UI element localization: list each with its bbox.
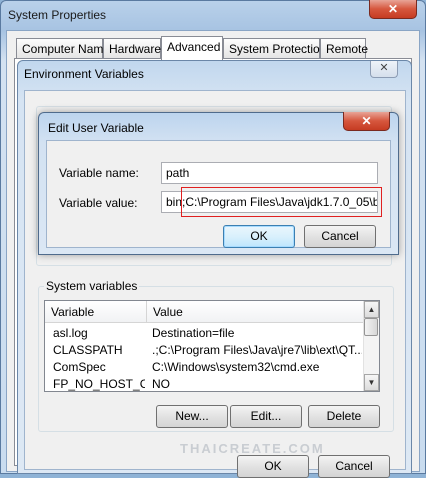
variable-cell: CLASSPATH [53,343,123,357]
edit-cancel-button[interactable]: Cancel [304,225,376,248]
tab-hardware[interactable]: Hardware [103,38,161,59]
highlight-annotation-box [181,187,382,217]
environment-variables-title: Environment Variables [24,67,144,81]
edit-ok-button[interactable]: OK [223,225,295,248]
table-row[interactable]: ComSpec C:\Windows\system32\cmd.exe [45,360,365,376]
system-variables-label: System variables [44,279,140,293]
system-variables-scrollbar[interactable]: ▲ ▼ [363,301,379,391]
delete-button[interactable]: Delete [308,405,380,428]
tab-computer-name[interactable]: Computer Name [16,38,110,59]
watermark-text: THAICREATE.COM [180,441,325,456]
variable-cell: ComSpec [53,360,106,374]
edit-user-variable-close-button[interactable]: ✕ [343,112,390,131]
variable-name-field[interactable]: path [161,162,378,184]
table-row[interactable]: CLASSPATH .;C:\Program Files\Java\jre7\l… [45,343,365,359]
tab-system-protection[interactable]: System Protection [223,38,326,59]
value-cell: Destination=file [152,326,235,340]
column-header-variable[interactable]: Variable [45,301,147,323]
value-cell: C:\Windows\system32\cmd.exe [152,360,320,374]
edit-button[interactable]: Edit... [230,405,302,428]
variable-value-label: Variable value: [59,196,138,210]
variable-name-label: Variable name: [59,166,139,180]
environment-variables-close-button[interactable]: ✕ [370,61,398,78]
column-header-value[interactable]: Value [147,301,365,323]
tab-advanced[interactable]: Advanced [161,36,223,60]
table-row[interactable]: FP_NO_HOST_C... NO [45,377,365,391]
value-cell: NO [152,377,170,391]
scrollbar-thumb[interactable] [364,318,378,336]
value-cell: .;C:\Program Files\Java\jre7\lib\ext\QT.… [152,343,362,357]
scroll-down-icon[interactable]: ▼ [364,374,379,391]
variable-cell: asl.log [53,326,88,340]
tab-remote[interactable]: Remote [320,38,368,59]
table-row[interactable]: asl.log Destination=file [45,326,365,342]
new-button[interactable]: New... [156,405,228,428]
system-properties-title: System Properties [8,8,107,22]
edit-user-variable-title: Edit User Variable [48,121,144,135]
variable-cell: FP_NO_HOST_C... [53,377,145,391]
env-cancel-button[interactable]: Cancel [318,455,390,478]
system-variables-list[interactable]: Variable Value asl.log Destination=file … [44,300,380,392]
scroll-up-icon[interactable]: ▲ [364,301,379,318]
system-properties-close-button[interactable]: ✕ [369,0,417,19]
env-ok-button[interactable]: OK [237,455,309,478]
